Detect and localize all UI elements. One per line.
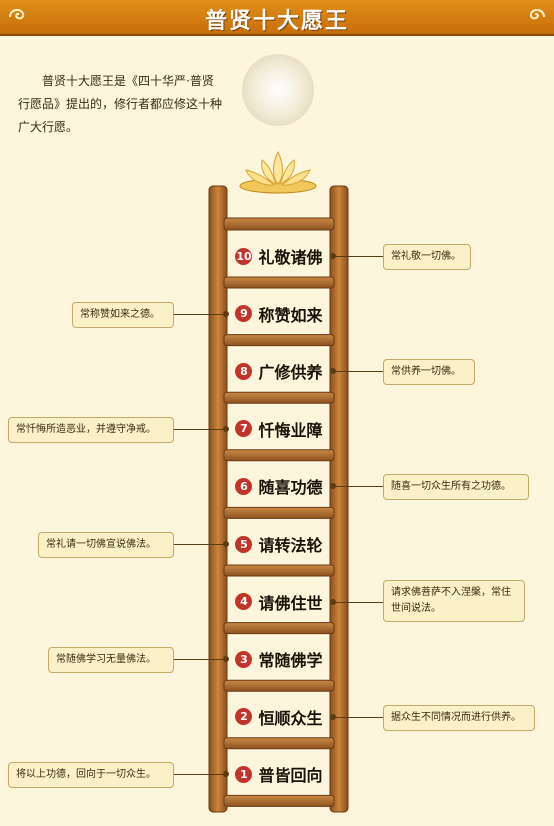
vow-label: 5 请转法轮 <box>226 524 332 564</box>
connector-line <box>330 598 383 605</box>
vow-number-badge: 9 <box>235 305 253 323</box>
ladder-rung <box>223 506 335 519</box>
ladder-rung <box>223 564 335 577</box>
ladder-rung <box>223 679 335 692</box>
vow-name: 广修供养 <box>258 363 323 383</box>
vow-label: 2 恒顺众生 <box>226 697 332 737</box>
vow-name: 常随佛学 <box>258 651 323 671</box>
vow-name: 随喜功德 <box>258 478 323 498</box>
ladder-rung <box>223 737 335 750</box>
vow-label: 10 礼敬诸佛 <box>226 236 332 276</box>
vow-number-badge: 3 <box>235 650 253 668</box>
vow-label: 6 随喜功德 <box>226 466 332 506</box>
vow-description-note: 将以上功德，回向于一切众生。 <box>8 762 174 789</box>
vow-description-note: 常称赞如来之德。 <box>72 301 174 328</box>
vow-number-badge: 5 <box>235 535 253 553</box>
ladder-rung <box>223 217 335 231</box>
vow-number-badge: 8 <box>235 362 253 380</box>
vow-description-note: 常礼请一切佛宣说佛法。 <box>38 532 174 558</box>
vow-name: 请转法轮 <box>258 536 323 555</box>
vow-description-note: 常忏悔所造恶业，并遵守净戒。 <box>8 416 174 443</box>
vow-name: 忏悔业障 <box>258 420 323 440</box>
vow-number-badge: 2 <box>235 708 253 726</box>
connector-line <box>174 310 229 317</box>
vow-name: 恒顺众生 <box>258 708 323 728</box>
vow-label: 9 称赞如来 <box>226 294 332 334</box>
vow-name: 称赞如来 <box>258 305 323 325</box>
vow-number-badge: 4 <box>235 593 253 611</box>
vow-number-badge: 7 <box>235 420 253 438</box>
connector-line <box>174 541 229 547</box>
connector-line <box>330 483 383 490</box>
vow-description-note: 据众生不同情况而进行供养。 <box>383 704 535 731</box>
ladder-rung <box>223 449 335 462</box>
vow-number-badge: 6 <box>235 477 253 495</box>
vow-number-badge: 1 <box>235 765 253 783</box>
connector-line <box>174 425 229 432</box>
ladder-rung <box>223 794 335 807</box>
vow-description-note: 随喜一切众生所有之功德。 <box>383 474 529 501</box>
vow-name: 礼敬诸佛 <box>258 248 323 267</box>
connector-line <box>174 771 229 778</box>
ladder-rung <box>223 622 335 635</box>
vow-description-note: 常供养一切佛。 <box>383 359 475 386</box>
vow-description-note: 常随佛学习无量佛法。 <box>48 647 174 674</box>
vow-label: 3 常随佛学 <box>226 639 332 679</box>
vow-number-badge: 10 <box>235 247 253 265</box>
connector-line <box>174 656 229 663</box>
ladder-rung <box>223 276 335 289</box>
vow-name: 普皆回向 <box>258 766 323 786</box>
ladder-rung <box>223 391 335 404</box>
vow-description-note: 请求佛菩萨不入涅槃，常住世间说法。 <box>383 579 525 622</box>
vow-label: 4 请佛住世 <box>226 582 332 622</box>
connector-line <box>330 713 383 720</box>
vow-name: 请佛住世 <box>258 593 323 613</box>
connector-line <box>330 253 383 259</box>
vow-label: 7 忏悔业障 <box>226 409 332 449</box>
ladder-rung <box>223 334 335 347</box>
vow-label: 8 广修供养 <box>226 351 332 391</box>
vow-description-note: 常礼敬一切佛。 <box>383 244 471 270</box>
vow-label: 1 普皆回向 <box>226 754 332 794</box>
connector-line <box>330 368 383 375</box>
